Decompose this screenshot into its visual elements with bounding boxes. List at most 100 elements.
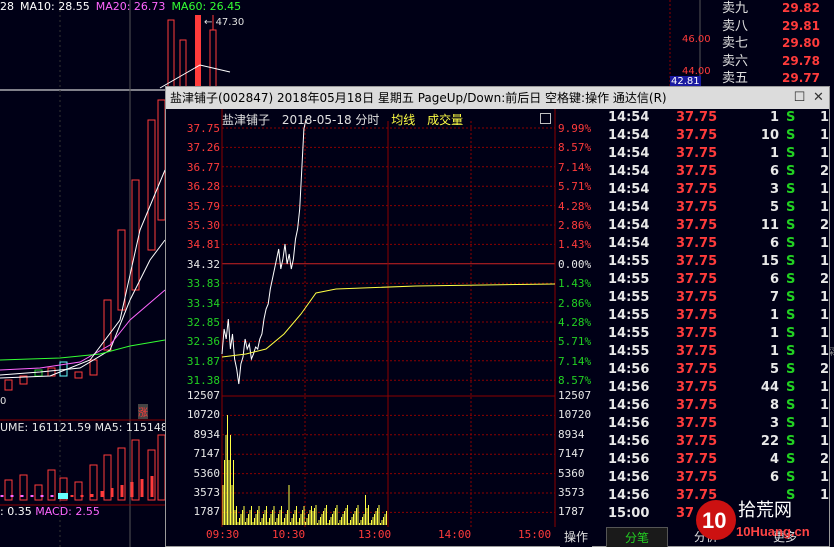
volume-axis-label-right: 1787 <box>558 505 585 519</box>
tick-price: 37.75 <box>676 308 718 323</box>
volume-axis-label: 10720 <box>186 408 220 422</box>
zero-label: 0 <box>0 396 7 407</box>
tick-vol: 6 <box>769 272 779 287</box>
tick-row[interactable]: 14:54 37.75 11 S 2 <box>606 217 831 235</box>
ma60-line <box>0 339 166 361</box>
tick-time: 14:54 <box>608 236 650 251</box>
ma10-line <box>0 239 166 376</box>
tick-side: S <box>786 110 796 125</box>
tick-row[interactable]: 14:54 37.75 3 S 1 <box>606 181 831 199</box>
tick-time: 14:55 <box>608 344 650 359</box>
percent-axis-label: 1.43% <box>558 238 592 252</box>
chart-close-box[interactable] <box>540 113 551 124</box>
ob-price: 29.77 <box>782 71 820 85</box>
percent-axis-label: 7.14% <box>558 160 592 174</box>
tick-row[interactable]: 14:54 37.75 10 S 1 <box>606 127 831 145</box>
ob-price: 29.82 <box>782 1 820 15</box>
volume-axis-label: 12507 <box>186 389 220 402</box>
site-watermark-logo: 10 拾荒网 10Huang.cn <box>696 500 810 540</box>
tick-side: S <box>786 452 796 467</box>
tick-extra: 1 <box>819 290 829 305</box>
tick-row[interactable]: 14:55 37.75 1 S 1 <box>606 325 831 343</box>
tick-extra: 1 <box>819 182 829 197</box>
tick-time: 14:56 <box>608 434 650 449</box>
tick-list[interactable]: 14:54 37.75 1 S 1 14:54 37.75 10 S 1 14:54 37.75 1 S 1… <box>606 109 831 525</box>
tick-row[interactable]: 14:56 37.75 8 S 1 <box>606 397 831 415</box>
tick-time: 14:54 <box>608 200 650 215</box>
tick-side: S <box>786 290 796 305</box>
tick-row[interactable]: 14:54 37.75 1 S 1 <box>606 145 831 163</box>
price-axis-label: 35.79 <box>186 199 220 213</box>
tick-row[interactable]: 14:55 37.75 6 S 2 <box>606 271 831 289</box>
tick-price: 37.75 <box>676 452 718 467</box>
volume-legend: UME: 161121.59 MA5: 115148. <box>0 421 172 434</box>
tick-extra: 1 <box>819 200 829 215</box>
tick-price: 37.75 <box>676 200 718 215</box>
tick-extra: 1 <box>819 236 829 251</box>
ob-price: 29.80 <box>782 36 820 50</box>
tick-price: 37.75 <box>676 416 718 431</box>
tick-vol: 6 <box>769 236 779 251</box>
maximize-button[interactable]: ☐ <box>792 90 807 105</box>
tick-row[interactable]: 14:56 37.75 6 S 1 <box>606 469 831 487</box>
tick-time: 14:55 <box>608 290 650 305</box>
price-axis-label: 34.32 <box>186 257 220 271</box>
tick-time: 14:55 <box>608 272 650 287</box>
price-axis-label: 33.34 <box>186 296 220 310</box>
tick-row[interactable]: 14:56 37.75 44 S 1 <box>606 379 831 397</box>
tick-row[interactable]: 14:55 37.75 7 S 1 <box>606 289 831 307</box>
tick-row[interactable]: 14:54 37.75 6 S 1 <box>606 235 831 253</box>
popup-titlebar[interactable]: 盐津铺子(002847) 2018年05月18日 星期五 PageUp/Down… <box>166 87 829 109</box>
ma-legend-3: MA60: 26.45 <box>171 0 242 13</box>
macd-label: MACD: 2.55 <box>35 505 100 518</box>
close-button[interactable]: ✕ <box>811 90 826 105</box>
tick-row[interactable]: 14:56 37.75 5 S 2 <box>606 361 831 379</box>
zhang-label: 涨 <box>138 404 148 419</box>
tab-operate[interactable]: 操作 <box>560 527 592 547</box>
tick-row[interactable]: 14:56 37.75 22 S 1 <box>606 433 831 451</box>
tick-row[interactable]: 14:56 37.75 3 S 1 <box>606 415 831 433</box>
tick-time: 14:56 <box>608 362 650 377</box>
tick-price: 37.75 <box>676 326 718 341</box>
volume-axis-label-right: 8934 <box>558 427 585 441</box>
ob-label: 卖六 <box>722 53 749 69</box>
ob-price: 29.81 <box>782 18 820 33</box>
tick-row[interactable]: 14:55 37.75 1 S 1 <box>606 343 831 361</box>
tick-vol: 1 <box>769 110 779 125</box>
tick-side: S <box>786 146 796 161</box>
orderbook-row: 卖七 29.80 <box>718 35 834 53</box>
macd-legend: : 0.35 MACD: 2.55 <box>0 505 100 518</box>
time-axis-label: 14:00 <box>438 528 472 541</box>
tick-row[interactable]: 14:54 37.75 5 S 1 <box>606 199 831 217</box>
volume-axis-label-right: 12507 <box>558 389 592 402</box>
tab-ticks[interactable]: 分笔 <box>606 527 668 547</box>
tick-side: S <box>786 200 796 215</box>
tick-row[interactable]: 14:56 37.75 4 S 2 <box>606 451 831 469</box>
percent-axis-label: 1.43% <box>558 277 592 291</box>
orderbook-row: 卖八 29.81 <box>718 18 834 36</box>
volume-axis-label: 1787 <box>193 505 221 519</box>
percent-axis-label: 7.14% <box>558 354 592 368</box>
ma5-line <box>0 169 166 379</box>
tick-row[interactable]: 14:54 37.75 6 S 2 <box>606 163 831 181</box>
macd-prefix: : 0.35 <box>0 505 32 518</box>
price-axis-label: 31.87 <box>186 354 220 368</box>
tick-time: 14:56 <box>608 380 650 395</box>
tick-price: 37.75 <box>676 182 718 197</box>
tick-vol: 1 <box>769 146 779 161</box>
tick-extra: 2 <box>819 272 829 287</box>
ob-label: 卖八 <box>722 18 749 34</box>
tick-time: 14:55 <box>608 254 650 269</box>
ob-label: 卖九 <box>722 1 749 16</box>
tick-price: 37.75 <box>676 254 718 269</box>
tick-time: 14:55 <box>608 326 650 341</box>
time-axis-label: 13:00 <box>358 528 392 541</box>
tick-row[interactable]: 14:55 37.75 1 S 1 <box>606 307 831 325</box>
tick-row[interactable]: 14:55 37.75 15 S 1 <box>606 253 831 271</box>
price-axis-label: 36.28 <box>186 180 220 194</box>
tick-row[interactable]: 14:54 37.75 1 S 1 <box>606 109 831 127</box>
tick-price: 37.75 <box>676 344 718 359</box>
tick-side: S <box>786 398 796 413</box>
ob-label: 卖五 <box>722 71 749 86</box>
intraday-popup-window[interactable]: 盐津铺子(002847) 2018年05月18日 星期五 PageUp/Down… <box>165 86 830 547</box>
